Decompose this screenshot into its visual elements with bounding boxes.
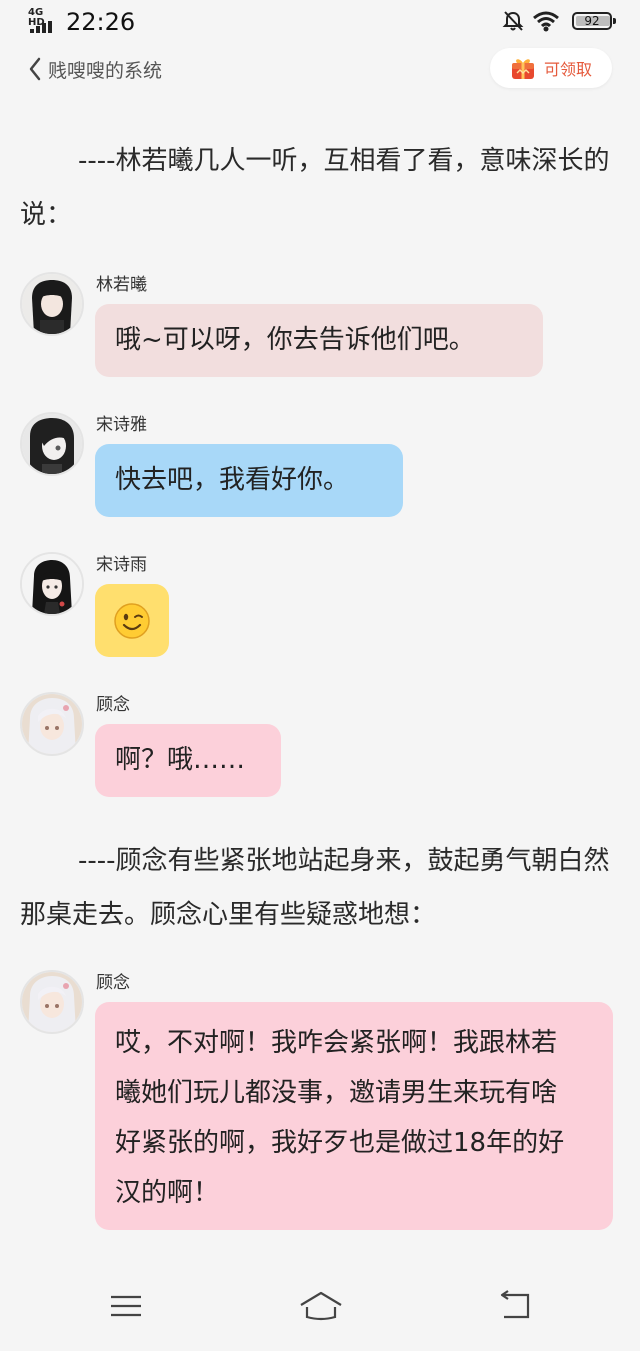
claim-label: 可领取 xyxy=(543,60,592,79)
mute-bell-icon xyxy=(502,11,524,31)
system-nav-bar xyxy=(0,1271,640,1351)
back-nav-button[interactable] xyxy=(496,1289,536,1323)
clock: 22:26 xyxy=(66,8,136,36)
chat-message: 林若曦 哦~可以呀，你去告诉他们吧。 xyxy=(20,272,620,382)
back-button[interactable]: 贱嗖嗖的系统 xyxy=(28,54,162,84)
chat-message: 宋诗雅 快去吧，我看好你。 xyxy=(20,412,620,522)
avatar[interactable] xyxy=(20,272,84,336)
chat-message: 顾念 哎，不对啊！我咋会紧张啊！我跟林若曦她们玩儿都没事，邀请男生来玩有啥好紧张… xyxy=(20,970,620,1232)
avatar[interactable] xyxy=(20,552,84,616)
sender-name: 林若曦 xyxy=(96,275,147,295)
wifi-icon xyxy=(533,11,559,32)
chat-message: 宋诗雨 xyxy=(20,552,620,662)
message-bubble: 啊？哦…… xyxy=(95,724,281,797)
home-button[interactable] xyxy=(298,1289,344,1323)
signal-bars-icon xyxy=(30,21,52,33)
status-bar: 4G HD 22:26 92 xyxy=(0,0,640,44)
sender-name: 宋诗雅 xyxy=(96,415,147,435)
message-bubble: 哦~可以呀，你去告诉他们吧。 xyxy=(95,304,543,377)
chat-message: 顾念 啊？哦…… xyxy=(20,692,620,802)
message-bubble: 快去吧，我看好你。 xyxy=(95,444,403,517)
winking-face-emoji-icon xyxy=(114,603,150,639)
claim-reward-button[interactable]: 可领取 xyxy=(490,48,612,88)
home-icon xyxy=(300,1291,342,1321)
menu-button[interactable] xyxy=(106,1289,146,1323)
message-bubble: 哎，不对啊！我咋会紧张啊！我跟林若曦她们玩儿都没事，邀请男生来玩有啥好紧张的啊，… xyxy=(95,1002,613,1230)
page-title: 贱嗖嗖的系统 xyxy=(48,59,163,82)
battery-icon: 92 xyxy=(572,12,616,30)
message-bubble xyxy=(95,584,169,657)
top-bar: 贱嗖嗖的系统 可领取 xyxy=(0,44,640,94)
avatar[interactable] xyxy=(20,412,84,476)
sender-name: 顾念 xyxy=(96,973,130,993)
back-icon xyxy=(500,1290,530,1319)
avatar[interactable] xyxy=(20,970,84,1034)
back-chevron-icon xyxy=(29,57,41,81)
menu-icon xyxy=(111,1295,141,1317)
sender-name: 顾念 xyxy=(96,695,130,715)
narration-text: ----林若曦几人一听，互相看了看，意味深长的说： xyxy=(20,146,610,230)
sender-name: 宋诗雨 xyxy=(96,555,147,575)
battery-level: 92 xyxy=(584,14,600,28)
narration-text: ----顾念有些紧张地站起身来，鼓起勇气朝白然那桌走去。顾念心里有些疑惑地想： xyxy=(20,846,610,930)
gift-icon xyxy=(511,59,534,79)
avatar[interactable] xyxy=(20,692,84,756)
network-indicator: 4G HD xyxy=(28,8,60,34)
